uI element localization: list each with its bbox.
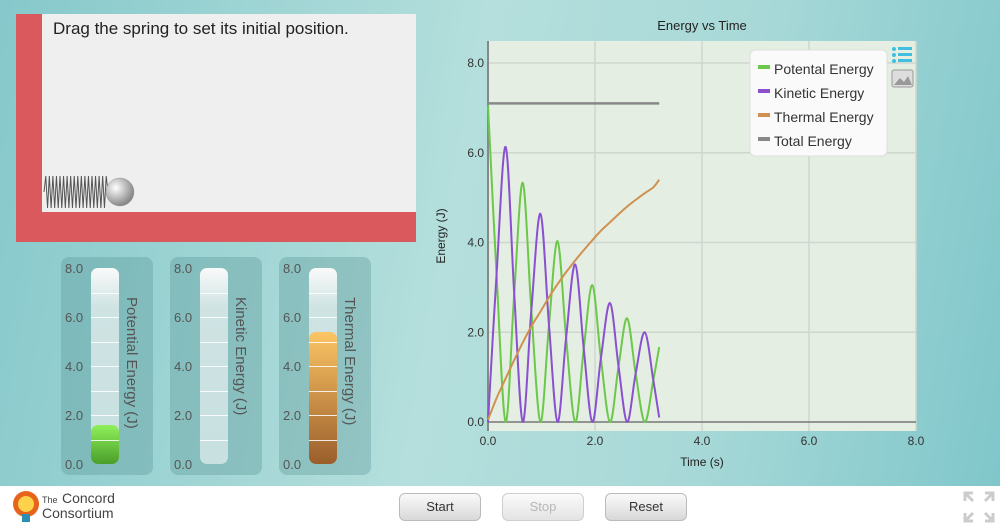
stop-button[interactable]: Stop bbox=[502, 493, 584, 521]
meter-tick bbox=[91, 341, 119, 343]
ball[interactable] bbox=[105, 177, 135, 207]
meter-tick-label: 2.0 bbox=[283, 408, 302, 423]
lightbulb-icon bbox=[13, 491, 39, 522]
list-icon-bar bbox=[898, 59, 912, 62]
legend-swatch bbox=[758, 65, 770, 69]
meter-tick-label: 2.0 bbox=[65, 408, 84, 423]
meter-tick bbox=[200, 341, 228, 343]
list-icon-bar bbox=[898, 53, 912, 56]
reset-button[interactable]: Reset bbox=[605, 493, 687, 521]
meter-tick bbox=[91, 292, 119, 294]
list-icon-dot bbox=[892, 59, 896, 63]
meter-tick bbox=[309, 341, 337, 343]
meter-tick bbox=[91, 390, 119, 392]
meter-label: Thermal Energy (J) bbox=[341, 297, 358, 426]
meter-tick bbox=[200, 439, 228, 441]
meter-tick-label: 0.0 bbox=[174, 457, 193, 472]
list-icon-dot bbox=[892, 47, 896, 51]
energy-meter: 8.0 6.0 4.0 2.0 0.0 Kinetic Energy (J) bbox=[170, 257, 262, 475]
meter-tube bbox=[91, 268, 119, 464]
chart-title: Energy vs Time bbox=[657, 18, 747, 33]
meter-tick bbox=[309, 439, 337, 441]
energy-meter: 8.0 6.0 4.0 2.0 0.0 Thermal Energy (J) bbox=[279, 257, 371, 475]
meter-tick bbox=[309, 366, 337, 367]
meter-tick-label: 8.0 bbox=[65, 261, 84, 276]
legend-entry: Thermal Energy bbox=[774, 109, 874, 125]
meter-tick-label: 6.0 bbox=[174, 310, 193, 325]
meter-tick bbox=[200, 390, 228, 392]
meter-tick-label: 0.0 bbox=[65, 457, 84, 472]
meter-tick-label: 4.0 bbox=[174, 359, 193, 374]
meter-tick bbox=[200, 292, 228, 294]
meter-tick bbox=[200, 317, 228, 318]
start-button[interactable]: Start bbox=[399, 493, 481, 521]
footer: The Concord Consortium Start Stop Reset bbox=[0, 486, 1000, 526]
logo-consortium: Consortium bbox=[42, 505, 114, 521]
x-tick-label: 6.0 bbox=[801, 434, 818, 448]
legend-entry: Potental Energy bbox=[774, 61, 874, 77]
energy-meter: 8.0 6.0 4.0 2.0 0.0 Potential Energy (J) bbox=[61, 257, 153, 475]
meter-tick-label: 2.0 bbox=[174, 408, 193, 423]
meter-tube bbox=[200, 268, 228, 464]
legend-entry: Kinetic Energy bbox=[774, 85, 864, 101]
energy-chart: 0.0 2.0 4.0 6.0 8.0 0.0 2.0 4.0 6.0 8.0 Energy vs … bbox=[430, 10, 930, 479]
meter-tick bbox=[309, 390, 337, 392]
x-axis-label: Time (s) bbox=[680, 455, 724, 469]
meter-fill bbox=[91, 424, 119, 464]
meter-label: Potential Energy (J) bbox=[123, 297, 140, 429]
logo-concord: Concord bbox=[61, 490, 115, 506]
legend-entry: Total Energy bbox=[774, 133, 852, 149]
meter-tick-label: 6.0 bbox=[65, 310, 84, 325]
y-tick-label: 6.0 bbox=[467, 146, 484, 160]
spring[interactable] bbox=[43, 175, 109, 209]
simulation-panel: Drag the spring to set its initial posit… bbox=[16, 14, 416, 242]
fullscreen-icon[interactable] bbox=[962, 490, 996, 524]
concord-logo[interactable]: The Concord Consortium bbox=[10, 490, 130, 524]
meter-fill bbox=[309, 331, 337, 464]
meter-tick-label: 4.0 bbox=[65, 359, 84, 374]
meter-tick bbox=[91, 415, 119, 416]
meter-tube bbox=[309, 268, 337, 464]
list-icon-dot bbox=[892, 53, 896, 57]
meter-tick bbox=[309, 317, 337, 318]
x-tick-label: 0.0 bbox=[480, 434, 497, 448]
y-tick-label: 4.0 bbox=[467, 236, 484, 250]
meter-tick-label: 4.0 bbox=[283, 359, 302, 374]
legend-swatch bbox=[758, 89, 770, 93]
y-axis-label: Energy (J) bbox=[434, 208, 448, 263]
meter-tick bbox=[91, 366, 119, 367]
x-tick-label: 8.0 bbox=[908, 434, 925, 448]
x-tick-label: 4.0 bbox=[694, 434, 711, 448]
meter-tick bbox=[309, 415, 337, 416]
meter-label: Kinetic Energy (J) bbox=[232, 297, 249, 416]
meter-tick bbox=[200, 366, 228, 367]
y-tick-label: 8.0 bbox=[467, 56, 484, 70]
meter-tick-label: 8.0 bbox=[283, 261, 302, 276]
y-tick-label: 2.0 bbox=[467, 325, 484, 339]
legend-swatch bbox=[758, 113, 770, 117]
meter-tick bbox=[91, 317, 119, 318]
meter-tick-label: 8.0 bbox=[174, 261, 193, 276]
meter-tick bbox=[200, 415, 228, 416]
logo-the: The bbox=[42, 495, 58, 505]
list-icon-bar bbox=[898, 47, 912, 50]
meter-tick-label: 0.0 bbox=[283, 457, 302, 472]
meter-tick bbox=[91, 439, 119, 441]
meter-tick bbox=[309, 292, 337, 294]
x-tick-label: 2.0 bbox=[587, 434, 604, 448]
y-tick-label: 0.0 bbox=[467, 415, 484, 429]
meter-tick-label: 6.0 bbox=[283, 310, 302, 325]
legend-swatch bbox=[758, 137, 770, 141]
